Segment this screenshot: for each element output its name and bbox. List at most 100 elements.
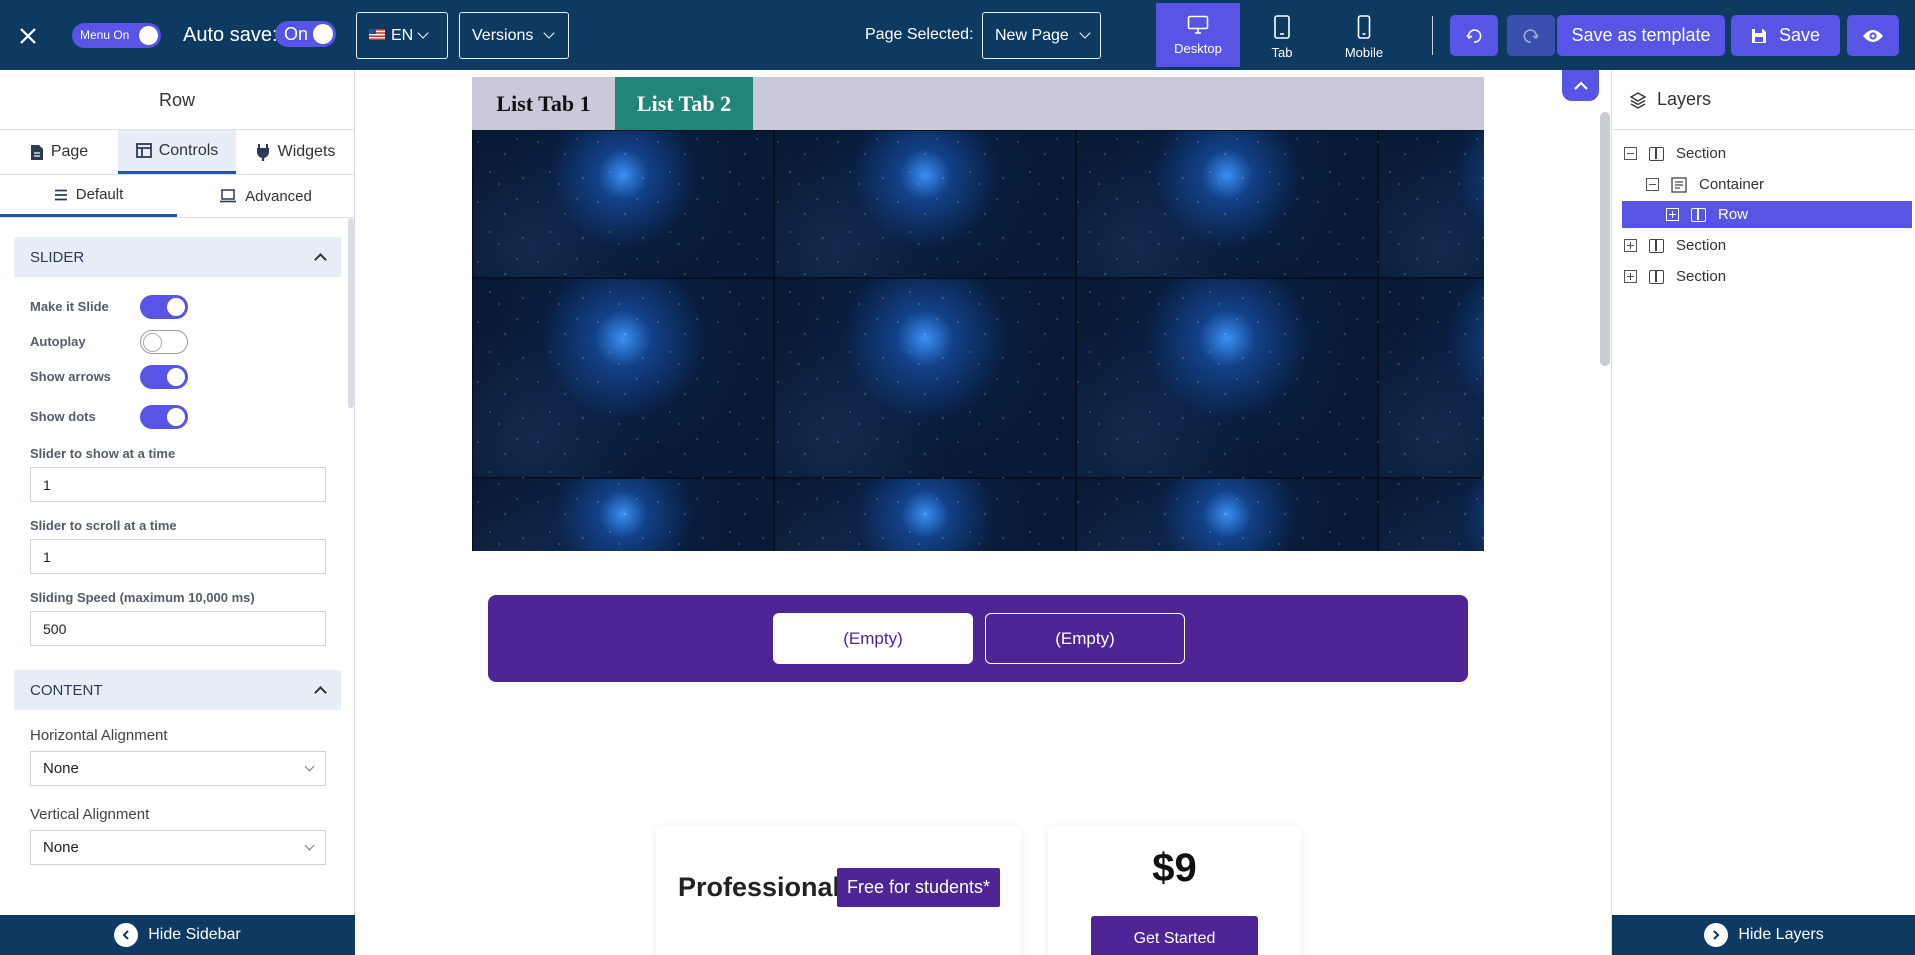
hide-sidebar-button[interactable]: Hide Sidebar [0,915,355,955]
layer-label: Section [1676,237,1727,254]
autoplay-switch[interactable] [140,329,188,354]
device-mobile-button[interactable]: Mobile [1322,3,1406,67]
layer-item-section[interactable]: Section [1622,232,1912,259]
page-selected-label: Page Selected: [865,26,974,43]
eye-icon [1863,29,1883,42]
list-tab-1[interactable]: List Tab 1 [472,77,615,130]
layers-title: Layers [1657,89,1712,109]
get-started-button[interactable]: Get Started [1091,916,1258,955]
hide-layers-label: Hide Layers [1738,926,1824,943]
versions-button[interactable]: Versions [459,12,569,59]
collapse-icon[interactable] [1646,178,1659,191]
layout-icon [135,143,152,158]
columns-icon [1649,269,1664,284]
layer-item-section[interactable]: Section [1622,140,1912,167]
content-panel-body: Horizontal Alignment None Vertical Align… [14,710,341,879]
slides-to-show-input[interactable] [30,467,326,502]
language-value: EN [391,26,414,44]
document-icon [30,144,43,160]
layer-item-container[interactable]: Container [1622,171,1912,198]
show-arrows-switch[interactable] [140,364,188,389]
toggle-label: Show dots [30,409,96,424]
hide-layers-button[interactable]: Hide Layers [1612,915,1915,955]
autosave-toggle[interactable]: On [275,21,336,47]
undo-button[interactable] [1450,15,1498,56]
plan-title: Professional [678,872,841,902]
slides-to-scroll-input[interactable] [30,539,326,574]
horizontal-alignment-select[interactable]: None [30,751,326,786]
layer-label: Section [1676,145,1727,162]
expand-icon[interactable] [1666,208,1679,221]
chevron-up-icon [1573,80,1588,90]
slider-panel-header[interactable]: SLIDER [14,237,341,277]
expand-icon[interactable] [1624,270,1637,283]
device-label: Desktop [1174,41,1222,56]
scroll-to-top-button[interactable] [1562,70,1599,101]
device-desktop-button[interactable]: Desktop [1156,3,1240,67]
expand-icon[interactable] [1624,239,1637,252]
close-icon[interactable] [14,22,42,50]
autosave-label: Auto save: [183,24,278,46]
layer-item-row[interactable]: Row [1622,201,1912,228]
toggle-label: Autoplay [30,334,86,349]
chevron-down-icon [543,27,556,39]
versions-label: Versions [472,26,534,44]
layers-icon [1629,91,1647,109]
list-tab-2[interactable]: List Tab 2 [615,77,753,130]
layer-item-section[interactable]: Section [1622,263,1912,290]
chevron-right-icon [1704,923,1729,947]
tab-page[interactable]: Page [0,130,118,174]
device-label: Mobile [1344,45,1384,60]
menu-toggle-label: Menu On [80,28,130,42]
subtab-advanced[interactable]: Advanced [177,175,354,217]
flag-icon [369,27,385,45]
collapse-icon[interactable] [1624,147,1637,160]
preview-button[interactable] [1847,15,1899,56]
make-it-slide-switch[interactable] [140,294,188,319]
save-as-template-button[interactable]: Save as template [1557,15,1725,56]
layers-header: Layers [1612,70,1915,130]
subtab-label: Advanced [245,187,312,205]
top-toolbar: Menu On Auto save: On EN Versions Page S… [0,0,1915,70]
sidebar-title: Row [0,70,354,130]
show-dots-switch[interactable] [140,404,188,429]
layers-panel: Layers Section Container Row Section Sec… [1611,70,1915,955]
redo-button[interactable] [1507,15,1555,56]
empty-button-primary[interactable]: (Empty) [773,613,973,664]
sliding-speed-label: Sliding Speed (maximum 10,000 ms) [30,590,255,605]
device-tab-button[interactable]: Tab [1240,3,1324,67]
toggle-label: Make it Slide [30,299,109,314]
container-icon [1671,176,1687,193]
toolbar-divider [1432,16,1433,55]
laptop-icon [220,189,237,203]
canvas-scrollbar[interactable] [1600,112,1610,366]
pricing-card-price: $9 Get Started [1048,826,1301,955]
tab-label: Page [50,143,89,160]
chevron-down-icon [417,27,429,39]
empty-button-outline[interactable]: (Empty) [985,613,1185,664]
tab-controls[interactable]: Controls [118,130,236,174]
plan-price: $9 [1152,846,1197,890]
tab-widgets[interactable]: Widgets [236,130,354,174]
toggle-knob [139,26,158,45]
chevron-left-icon [114,923,139,947]
sliding-speed-input[interactable] [30,611,326,646]
save-label: Save [1778,25,1821,45]
subtab-default[interactable]: Default [0,175,177,217]
sidebar-tabs: Page Controls Widgets [0,130,354,175]
save-button[interactable]: Save [1731,15,1840,56]
page-select[interactable]: New Page [982,12,1101,59]
vertical-alignment-select[interactable]: None [30,830,326,865]
vertical-alignment-label: Vertical Alignment [30,806,150,823]
sidebar-scrollbar[interactable] [348,218,354,408]
list-tabs-bar: List Tab 1 List Tab 2 [472,77,1484,130]
menu-toggle[interactable]: Menu On [72,23,161,48]
select-value: None [43,760,79,777]
tablet-icon [1274,15,1290,39]
settings-sidebar: Row Page Controls Widgets Default Advanc… [0,70,355,955]
chevron-down-icon [304,761,315,772]
content-panel-header[interactable]: CONTENT [14,670,341,710]
select-value: None [43,839,79,856]
language-select[interactable]: EN [356,12,448,59]
panel-title: SLIDER [30,248,85,266]
